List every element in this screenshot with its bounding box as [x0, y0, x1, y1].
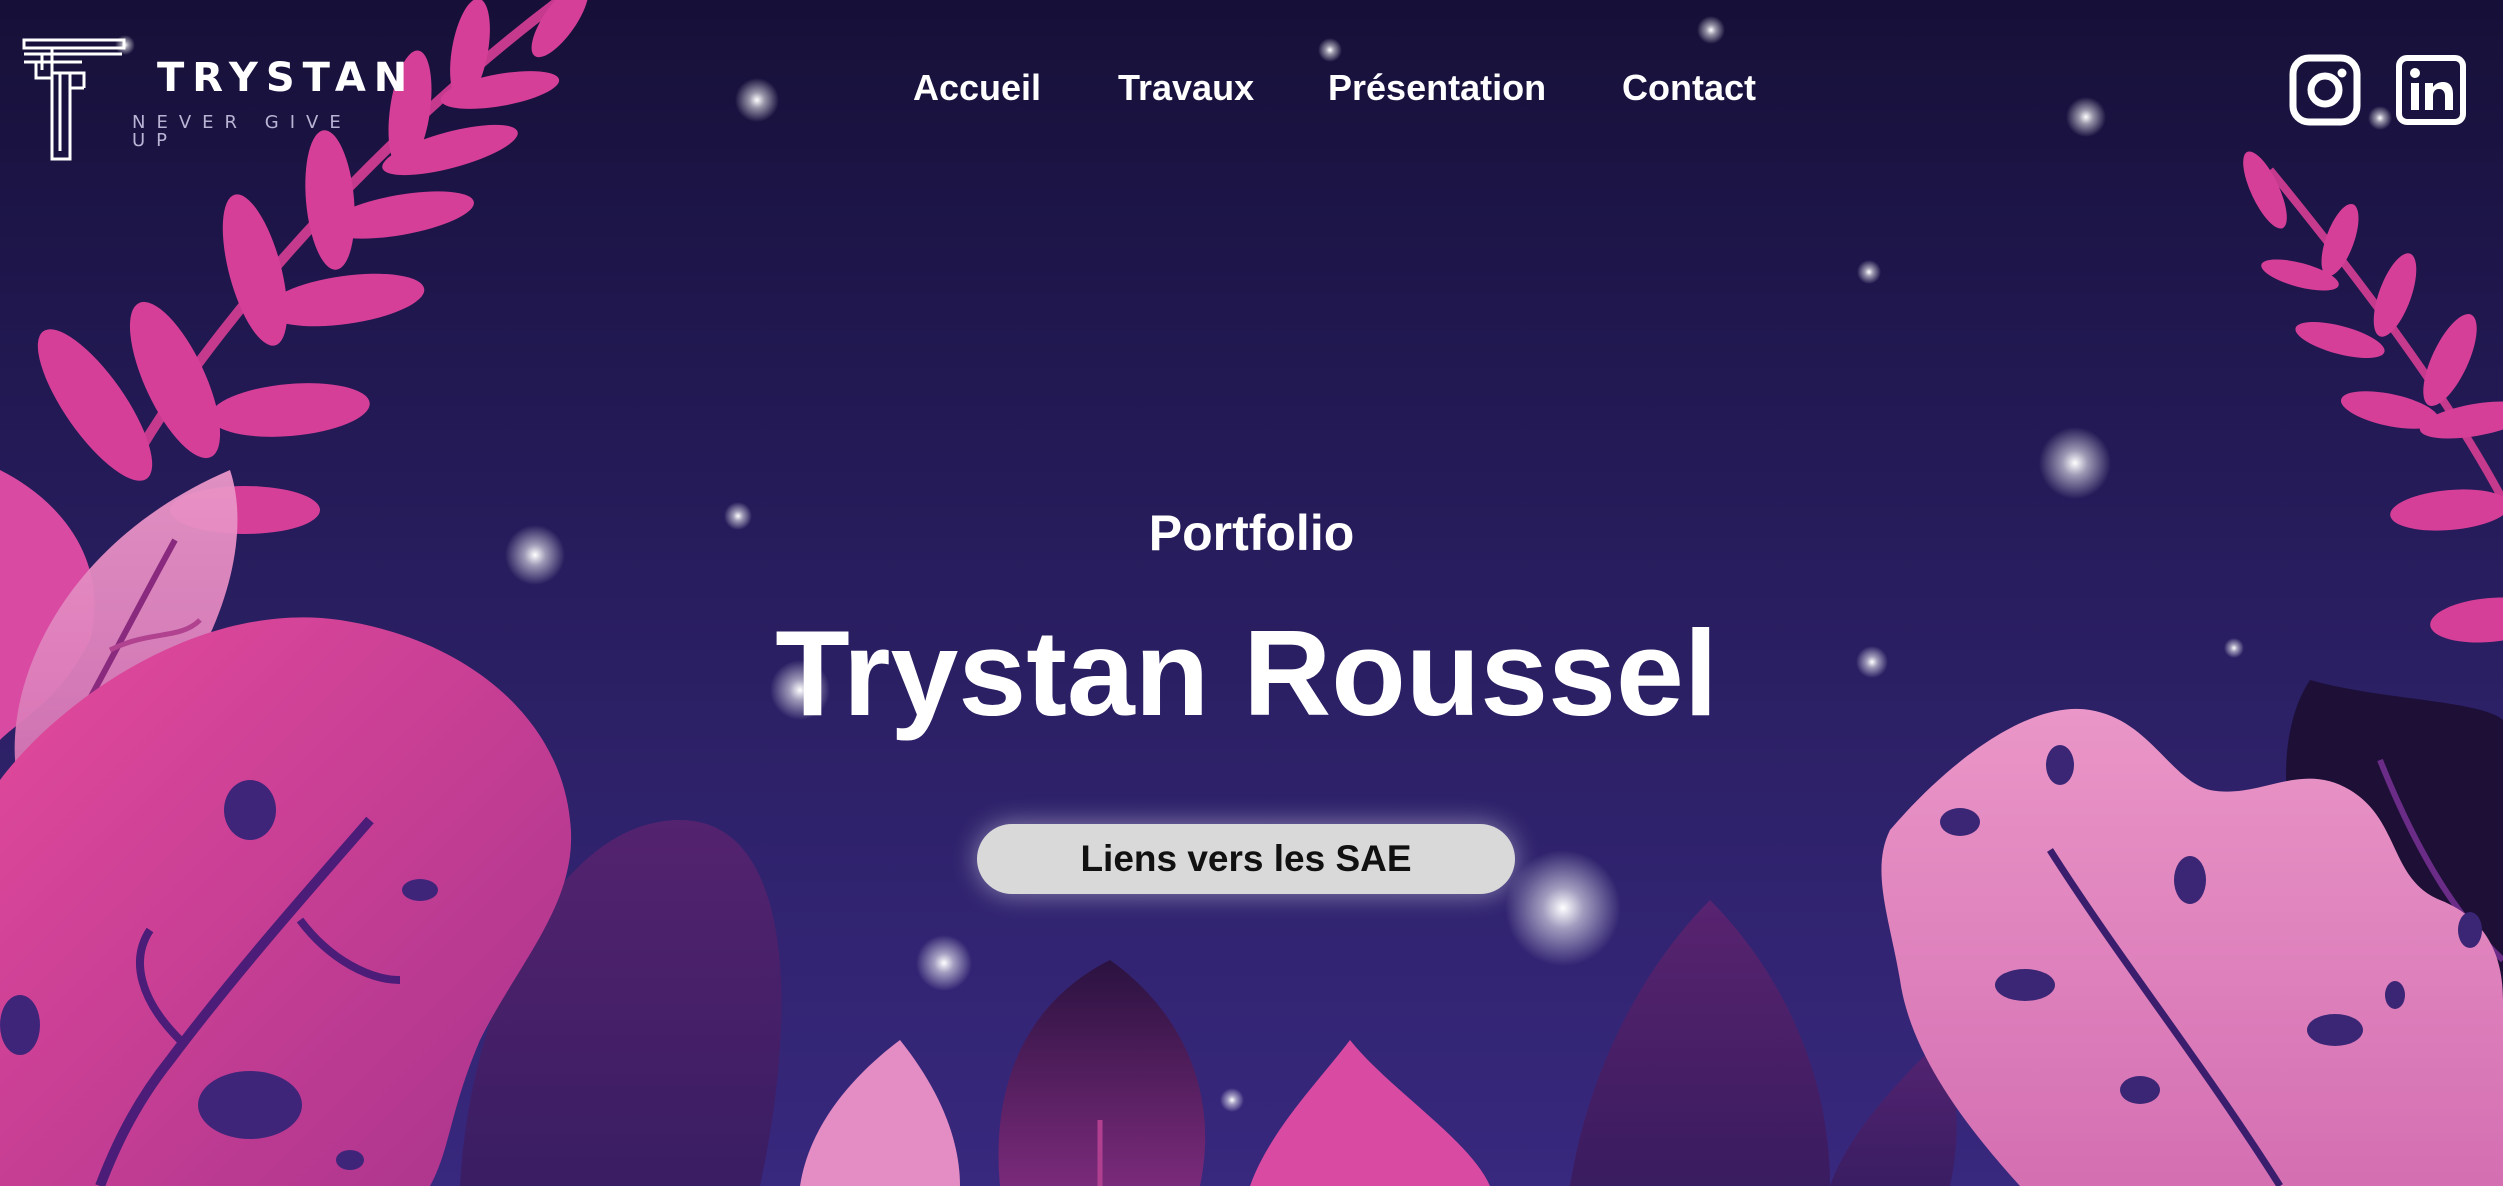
sae-links-button[interactable]: Liens vers les SAE	[977, 824, 1515, 894]
site-logo[interactable]: TRYSTAN NEVER GIVE UP	[22, 38, 407, 163]
nav-travaux[interactable]: Travaux	[1118, 70, 1254, 106]
hero-section: TRYSTAN NEVER GIVE UP Accueil Travaux Pr…	[0, 0, 2503, 1186]
nav-presentation[interactable]: Présentation	[1328, 70, 1546, 106]
hero-title: Trystan Roussel	[775, 605, 1718, 741]
leaf-mid-light	[800, 1040, 960, 1186]
nav-accueil[interactable]: Accueil	[913, 70, 1041, 106]
nav-contact[interactable]: Contact	[1622, 70, 1756, 106]
instagram-icon[interactable]	[2289, 54, 2361, 126]
fern-branch-right	[2243, 151, 2503, 643]
foliage-background	[0, 0, 2503, 1186]
linkedin-icon[interactable]	[2395, 54, 2467, 126]
logo-monogram-icon	[22, 38, 126, 161]
brand-name: TRYSTAN	[157, 55, 416, 101]
brand-tagline: NEVER GIVE UP	[132, 112, 352, 151]
hero-subtitle: Portfolio	[1148, 505, 1355, 561]
